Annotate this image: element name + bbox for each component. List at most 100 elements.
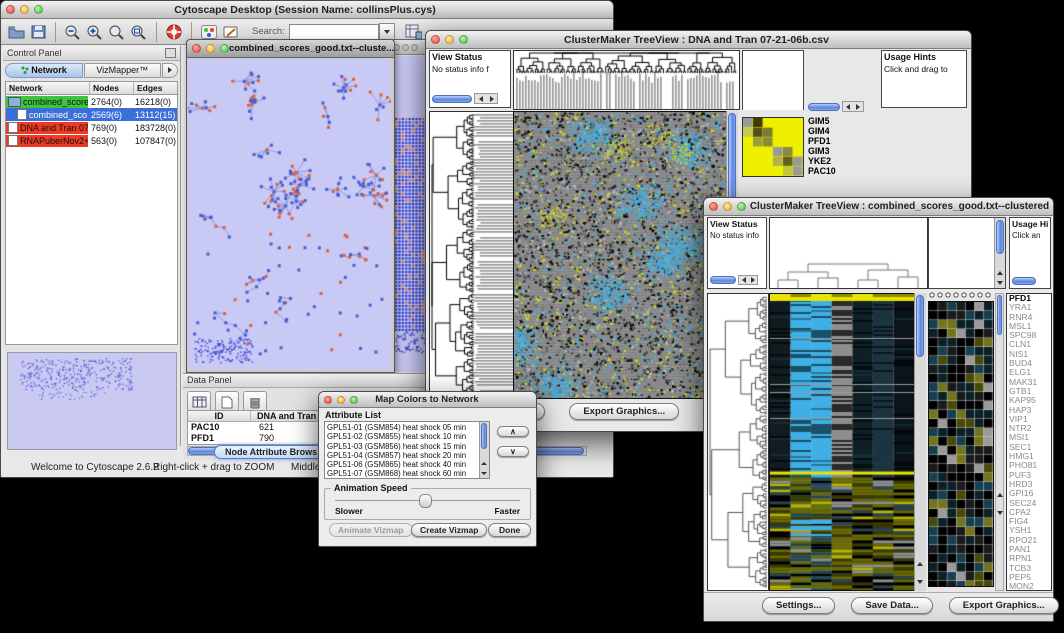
done-button[interactable]: Done (488, 523, 531, 537)
view-status-hscrollbar[interactable] (710, 276, 736, 284)
close-icon[interactable] (431, 35, 440, 44)
minimize-icon[interactable] (206, 44, 215, 53)
treeview2-usage-hints: Usage Hi Click an (1009, 217, 1051, 289)
zoom-fit-icon[interactable] (128, 22, 150, 42)
search-input[interactable] (289, 24, 379, 40)
network-icon (8, 135, 18, 146)
row-label[interactable]: GIM3 (808, 146, 836, 156)
treeview2-row-dendrogram[interactable] (707, 293, 769, 591)
treeview1-zoom-heatmap[interactable] (742, 117, 804, 177)
move-down-button[interactable]: ∨ (497, 446, 529, 457)
close-icon[interactable] (6, 5, 15, 14)
network-icon (17, 109, 27, 120)
zoom-out-icon[interactable] (62, 22, 84, 42)
save-icon[interactable] (27, 22, 49, 42)
attribute-item[interactable]: GPL51-02 (GSM855) heat shock 10 min (327, 432, 487, 441)
treeview2-global-heatmap[interactable] (769, 293, 915, 591)
network-row[interactable]: combined_sco 2569(6) 13112(15) (6, 108, 177, 121)
zoom-window-icon[interactable] (220, 44, 229, 53)
attribute-item[interactable]: GPL51-06 (GSM865) heat shock 40 min (327, 460, 487, 469)
attribute-item[interactable]: GPL51-01 (GSM854) heat shock 05 min (327, 423, 487, 432)
zoom-window-icon[interactable] (350, 396, 358, 404)
row-label[interactable]: PFD1 (808, 136, 836, 146)
network-overview-thumbnail[interactable] (7, 352, 177, 450)
map-colors-dialog: Map Colors to Network Attribute List GPL… (318, 391, 537, 547)
network-canvas[interactable] (188, 59, 391, 370)
attribute-list-vscrollbar[interactable] (479, 422, 489, 478)
attribute-list-label: Attribute List (325, 410, 381, 420)
zoom-window-icon[interactable] (34, 5, 43, 14)
minimize-icon[interactable] (20, 5, 29, 14)
attribute-list[interactable]: GPL51-01 (GSM854) heat shock 05 minGPL51… (324, 421, 490, 479)
node-attribute-browser-tab[interactable]: Node Attribute Brows (214, 445, 328, 459)
speed-slider-thumb[interactable] (419, 494, 432, 508)
attribute-item[interactable]: GPL51-03 (GSM856) heat shock 15 min (327, 442, 487, 451)
main-title-bar[interactable]: Cytoscape Desktop (Session Name: collins… (1, 1, 613, 19)
zoom-window-icon[interactable] (737, 202, 746, 211)
minimize-icon[interactable] (723, 202, 732, 211)
treeview2-view-status: View Status No status info (707, 217, 767, 289)
close-icon[interactable] (709, 202, 718, 211)
tab-overflow-arrow-icon[interactable] (162, 63, 178, 78)
col-labels-vscrollbar[interactable] (994, 218, 1005, 288)
desktop: Cytoscape Desktop (Session Name: collins… (0, 0, 1064, 633)
treeview2-button[interactable]: Settings... (762, 597, 835, 614)
gene-list-vscrollbar[interactable] (995, 293, 1004, 591)
attribute-item[interactable]: GPL51-07 (GSM868) heat shock 60 min (327, 469, 487, 478)
network-view-window: combined_scores_good.txt--cluste... (186, 39, 395, 373)
gene-label[interactable]: MON2 (1009, 582, 1051, 591)
minimize-icon[interactable] (445, 35, 454, 44)
row-label[interactable]: PAC10 (808, 166, 836, 176)
zoom-window-icon[interactable] (459, 35, 468, 44)
dialog-title-bar[interactable]: Map Colors to Network (319, 392, 536, 408)
attribute-item[interactable]: GPL51-04 (GSM857) heat shock 20 min (327, 451, 487, 460)
network-table-header[interactable]: Network Nodes Edges (6, 82, 177, 95)
row-label[interactable]: GIM4 (808, 126, 836, 136)
close-icon[interactable] (324, 396, 332, 404)
animate-vizmap-button[interactable]: Animate Vizmap (329, 523, 413, 537)
zoom-in-icon[interactable] (84, 22, 106, 42)
treeview2-column-dendrogram[interactable] (769, 217, 928, 289)
treeview2-button[interactable]: Save Data... (851, 597, 932, 614)
data-col-id[interactable]: ID (188, 411, 251, 421)
treeview2-global-vscrollbar[interactable] (914, 293, 926, 591)
animation-speed-group: Animation Speed Slower Faster (324, 488, 531, 520)
treeview2-col-labels (928, 217, 1006, 289)
network-row[interactable]: DNA and Tran 07 769(0) 183728(0) (6, 121, 177, 134)
network-row[interactable]: combined_scores 2764(0) 16218(0) (6, 95, 177, 108)
treeview2-title: ClusterMaker TreeView : combined_scores_… (746, 201, 1053, 212)
treeview1-row-dendrogram[interactable] (429, 111, 515, 399)
open-file-icon[interactable] (5, 22, 27, 42)
treeview1-heatmap[interactable] (513, 111, 727, 399)
zoom-window-icon[interactable] (411, 44, 418, 51)
zoom-selected-icon[interactable] (106, 22, 128, 42)
float-panel-icon[interactable] (165, 48, 176, 58)
treeview1-zoom-hscrollbar[interactable] (808, 101, 864, 112)
minimize-icon[interactable] (337, 396, 345, 404)
treeview2-button[interactable]: Export Graphics... (949, 597, 1059, 614)
tab-network[interactable]: Network (5, 63, 83, 78)
row-label[interactable]: GIM5 (808, 116, 836, 126)
minimize-icon[interactable] (402, 44, 409, 51)
treeview1-title-bar[interactable]: ClusterMaker TreeView : DNA and Tran 07-… (426, 31, 971, 49)
treeview1-button[interactable]: Export Graphics... (569, 403, 679, 420)
search-dropdown-button[interactable] (379, 23, 395, 41)
network-window-title: combined_scores_good.txt--cluste... (229, 43, 394, 54)
treeview2-title-bar[interactable]: ClusterMaker TreeView : combined_scores_… (704, 198, 1053, 216)
network-table: combined_scores 2764(0) 16218(0) combine… (6, 95, 177, 147)
network-row[interactable]: RNAPuberNov2+ 563(0) 107847(0) (6, 134, 177, 147)
view-status-hscrollbar[interactable] (432, 95, 472, 103)
row-label[interactable]: YKE2 (808, 156, 836, 166)
move-up-button[interactable]: ∧ (497, 426, 529, 437)
status-hint-zoom: Right-click + drag to ZOOM (153, 462, 274, 473)
network-icon (8, 97, 21, 107)
treeview2-zoom-heatmap[interactable] (928, 301, 994, 587)
search-label: Search: (252, 26, 285, 37)
usage-hints-hscrollbar[interactable] (1012, 277, 1036, 285)
create-vizmap-button[interactable]: Create Vizmap (411, 523, 487, 537)
tab-vizmapper[interactable]: VizMapper™ (84, 63, 162, 78)
treeview1-column-dendrogram[interactable] (513, 50, 740, 110)
close-icon[interactable] (192, 44, 201, 53)
help-icon[interactable] (163, 22, 185, 42)
slower-label: Slower (335, 506, 363, 516)
